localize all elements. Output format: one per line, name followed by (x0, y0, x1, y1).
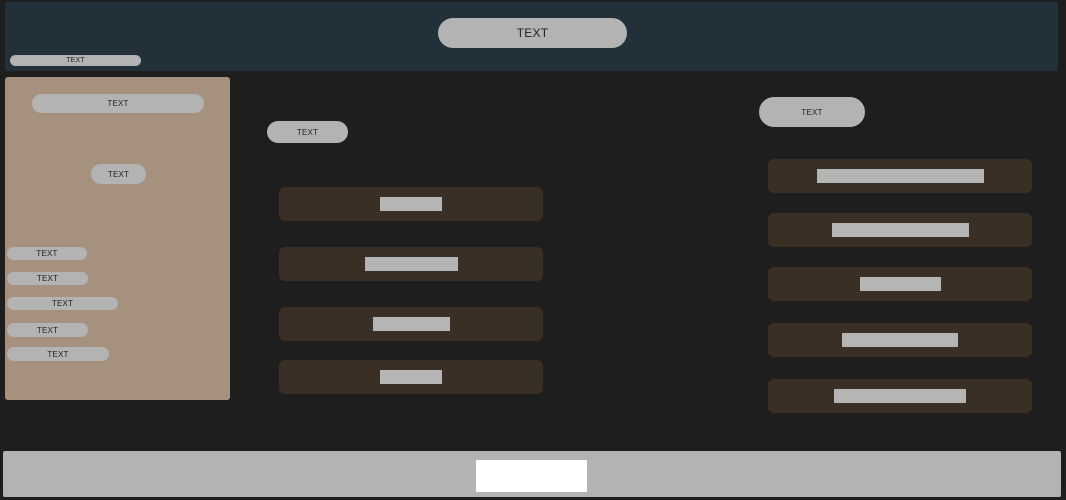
middle-heading[interactable]: TEXT (267, 121, 348, 143)
sidebar-item-3[interactable]: TEXT (7, 297, 118, 310)
sidebar-button[interactable]: TEXT (91, 164, 146, 184)
footer-button[interactable] (476, 460, 587, 492)
sidebar-item-1[interactable]: TEXT (7, 247, 87, 260)
header-subtitle: TEXT (10, 55, 141, 66)
card-placeholder-text (859, 277, 941, 291)
sidebar-item-5[interactable]: TEXT (7, 347, 109, 361)
sidebar-item-2[interactable]: TEXT (7, 272, 88, 285)
right-card-4[interactable] (768, 323, 1032, 357)
right-card-3[interactable] (768, 267, 1032, 301)
right-card-1[interactable] (768, 159, 1032, 193)
middle-card-1[interactable] (279, 187, 543, 221)
sidebar-heading: TEXT (32, 94, 204, 113)
middle-card-2[interactable] (279, 247, 543, 281)
card-placeholder-text (816, 169, 984, 183)
header-title[interactable]: TEXT (438, 18, 627, 48)
card-placeholder-text (834, 389, 966, 403)
middle-card-3[interactable] (279, 307, 543, 341)
card-placeholder-text (842, 333, 958, 347)
middle-card-4[interactable] (279, 360, 543, 394)
right-card-5[interactable] (768, 379, 1032, 413)
right-card-2[interactable] (768, 213, 1032, 247)
card-placeholder-text (380, 197, 442, 211)
card-placeholder-text (372, 317, 450, 331)
card-placeholder-text (831, 223, 969, 237)
card-placeholder-text (364, 257, 458, 271)
sidebar-item-4[interactable]: TEXT (7, 323, 88, 337)
card-placeholder-text (380, 370, 442, 384)
right-heading[interactable]: TEXT (759, 97, 865, 127)
